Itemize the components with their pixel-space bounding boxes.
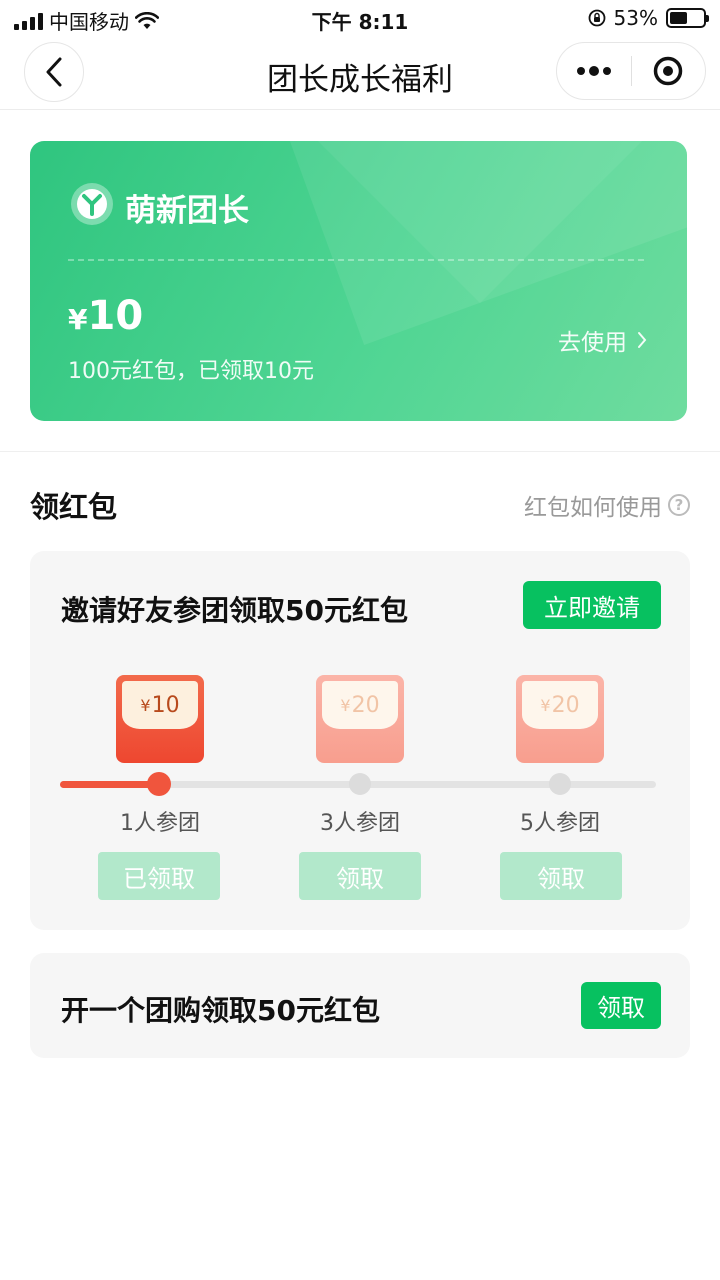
more-dots-icon — [576, 66, 611, 76]
progress-node — [147, 772, 171, 796]
level-badge-icon — [71, 183, 113, 225]
redpacket-icon: ¥10 — [116, 675, 204, 763]
invite-button[interactable]: 立即邀请 — [523, 581, 661, 629]
battery-icon — [666, 8, 709, 28]
rotation-lock-icon — [588, 9, 605, 27]
redpacket-amount: ¥10 — [68, 293, 143, 339]
mini-program-capsule — [556, 42, 706, 100]
level-card: 萌新团长 ¥10 100元红包，已领取10元 去使用 — [30, 141, 687, 421]
back-chevron-icon — [46, 57, 62, 87]
tier-condition: 5人参团 — [520, 811, 600, 836]
chevron-right-icon — [638, 332, 647, 348]
claim-button[interactable]: 领取 — [500, 852, 622, 900]
status-bar: 中国移动 下午 8:11 53% — [0, 0, 720, 38]
section-title: 领红包 — [30, 490, 118, 524]
question-icon: ? — [668, 494, 690, 516]
card-divider — [68, 259, 644, 261]
invite-panel: 邀请好友参团领取50元红包 立即邀请 ¥10 ¥20 ¥20 1人参团 3人参团… — [30, 551, 690, 930]
tier-condition: 3人参团 — [320, 811, 400, 836]
tier-currency: ¥ — [540, 695, 551, 715]
progress-node — [349, 773, 371, 795]
tier-currency: ¥ — [140, 695, 151, 715]
signal-icon — [14, 12, 43, 30]
section-divider — [0, 451, 720, 452]
tier-amount: 20 — [351, 692, 380, 718]
amount-value: 10 — [87, 293, 144, 339]
help-link[interactable]: 红包如何使用 ? — [524, 488, 690, 522]
help-link-label: 红包如何使用 — [524, 495, 662, 521]
more-button[interactable] — [557, 43, 631, 99]
progress-node — [549, 773, 571, 795]
group-buy-panel: 开一个团购领取50元红包 领取 — [30, 953, 690, 1058]
claimed-button[interactable]: 已领取 — [98, 852, 220, 900]
claim-button[interactable]: 领取 — [299, 852, 421, 900]
group-buy-title: 开一个团购领取50元红包 — [61, 994, 380, 1027]
carrier-label: 中国移动 — [49, 10, 129, 34]
wifi-icon — [135, 11, 159, 29]
tier-amount: 20 — [551, 692, 580, 718]
group-buy-claim-button[interactable]: 领取 — [581, 982, 661, 1029]
invite-title: 邀请好友参团领取50元红包 — [61, 594, 408, 627]
tier-currency: ¥ — [340, 695, 351, 715]
redpacket-description: 100元红包，已领取10元 — [68, 359, 314, 384]
redpacket-icon: ¥20 — [316, 675, 404, 763]
redpacket-icon: ¥20 — [516, 675, 604, 763]
use-link[interactable]: 去使用 — [558, 323, 647, 357]
close-button[interactable] — [632, 43, 706, 99]
battery-percent: 53% — [613, 6, 658, 30]
currency-symbol: ¥ — [68, 303, 88, 336]
tier-condition: 1人参团 — [120, 811, 200, 836]
nav-bar: 团长成长福利 — [0, 38, 720, 110]
tier-amount: 10 — [151, 692, 180, 718]
level-name: 萌新团长 — [125, 193, 249, 229]
back-button[interactable] — [24, 42, 84, 102]
use-link-label: 去使用 — [558, 330, 627, 356]
target-icon — [654, 56, 683, 86]
